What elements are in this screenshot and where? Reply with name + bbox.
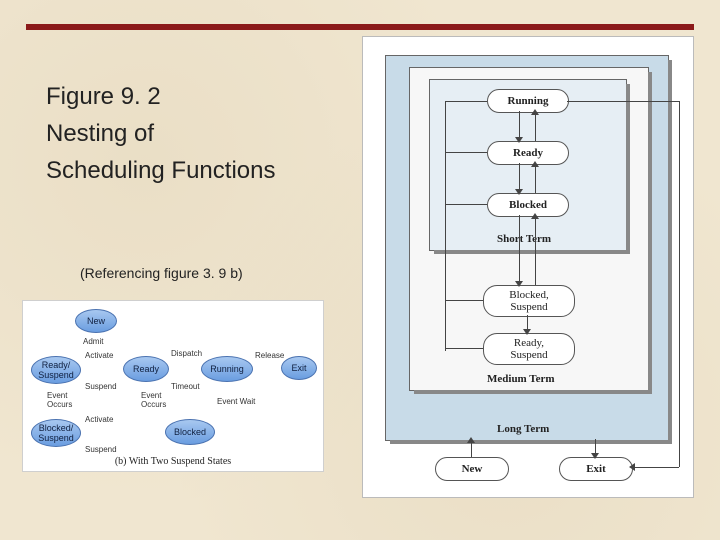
reference-figure-3-9b: New Ready Running Exit Ready/ Suspend Bl…: [22, 300, 324, 472]
arrowhead-icon: [591, 453, 599, 459]
state-new: New: [75, 309, 117, 333]
title-line-2: Nesting of: [46, 115, 275, 152]
arrowhead-icon: [523, 329, 531, 335]
arrow: [445, 348, 483, 349]
arrowhead-icon: [531, 161, 539, 167]
state-ready: Ready: [487, 141, 569, 165]
arrow: [519, 215, 520, 285]
state-blocked-suspend: Blocked, Suspend: [483, 285, 575, 317]
label-short-term: Short Term: [497, 233, 551, 245]
arrowhead-icon: [515, 281, 523, 287]
label-medium-term: Medium Term: [487, 373, 555, 385]
label-timeout: Timeout: [171, 382, 200, 391]
arrow: [445, 101, 446, 351]
label-activate-1: Activate: [85, 351, 113, 360]
arrowhead-icon: [515, 189, 523, 195]
arrow: [445, 300, 483, 301]
arrow: [445, 152, 487, 153]
figure-9-2-nesting: Long Term Medium Term Short Term Running…: [362, 36, 694, 498]
arrow: [535, 163, 536, 193]
state-exit: Exit: [559, 457, 633, 481]
arrow: [631, 467, 679, 468]
accent-bar: [26, 24, 694, 30]
state-new: New: [435, 457, 509, 481]
label-suspend-2: Suspend: [85, 445, 117, 454]
state-running: Running: [487, 89, 569, 113]
subfigure-caption: (b) With Two Suspend States: [23, 456, 323, 467]
state-ready: Ready: [123, 356, 169, 382]
arrowhead-icon: [531, 213, 539, 219]
arrow: [679, 101, 680, 467]
label-event-wait: Event Wait: [217, 397, 255, 406]
label-admit: Admit: [83, 337, 103, 346]
arrow: [445, 101, 487, 102]
label-event-occurs-2: Event Occurs: [47, 391, 72, 409]
label-release: Release: [255, 351, 284, 360]
arrowhead-icon: [515, 137, 523, 143]
label-activate-2: Activate: [85, 415, 113, 424]
state-blocked-suspend: Blocked/ Suspend: [31, 419, 81, 447]
state-exit: Exit: [281, 356, 317, 380]
arrow: [445, 204, 487, 205]
reference-note: (Referencing figure 3. 9 b): [80, 265, 243, 281]
label-long-term: Long Term: [497, 423, 549, 435]
arrow: [535, 215, 536, 285]
state-ready-suspend: Ready, Suspend: [483, 333, 575, 365]
arrowhead-icon: [467, 437, 475, 443]
state-ready-suspend: Ready/ Suspend: [31, 356, 81, 384]
label-dispatch: Dispatch: [171, 349, 202, 358]
arrow: [535, 111, 536, 141]
title-line-1: Figure 9. 2: [46, 78, 275, 115]
state-running: Running: [201, 356, 253, 382]
arrow: [567, 101, 679, 102]
label-suspend-1: Suspend: [85, 382, 117, 391]
slide-title: Figure 9. 2 Nesting of Scheduling Functi…: [46, 78, 275, 190]
state-blocked: Blocked: [165, 419, 215, 445]
label-event-occurs-1: Event Occurs: [141, 391, 166, 409]
arrowhead-icon: [629, 463, 635, 471]
state-blocked: Blocked: [487, 193, 569, 217]
arrowhead-icon: [531, 109, 539, 115]
title-line-3: Scheduling Functions: [46, 152, 275, 189]
